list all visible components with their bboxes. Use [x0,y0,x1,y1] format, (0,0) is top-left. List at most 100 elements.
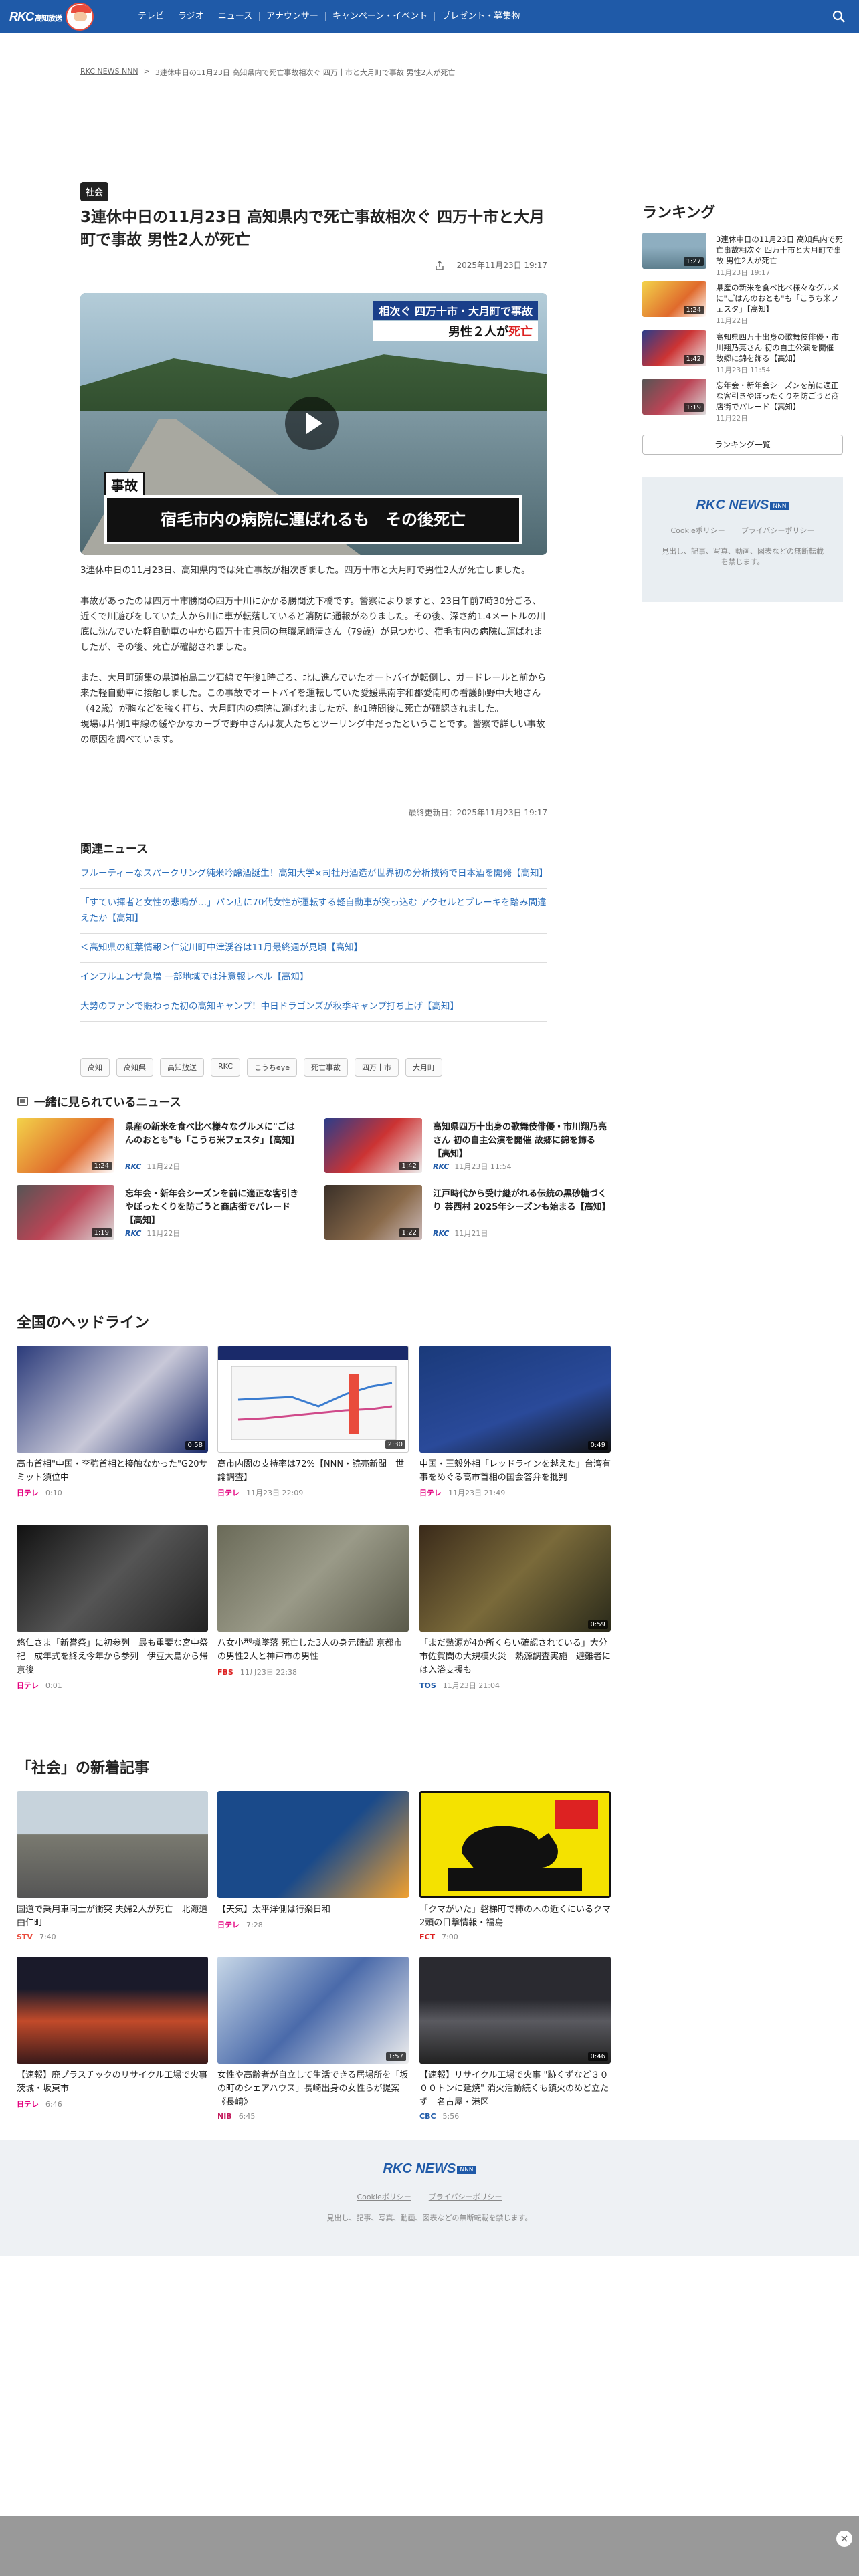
tag[interactable]: 高知放送 [160,1058,204,1077]
source-logo: 日テレ [17,2100,39,2109]
together-card[interactable]: 1:19 忘年会・新年会シーズンを前に適正な客引きやぼったくりを防ごうと商店街で… [17,1185,298,1245]
related-list: フルーティーなスパークリング純米吟醸酒誕生！高知大学×司牡丹酒造が世界初の分析技… [80,859,548,1022]
source-logo: RKC [125,1162,142,1171]
ranking-item[interactable]: 1:42 高知県四万十出身の歌舞伎俳優・市川翔乃亮さん 初の自主公演を開催 故郷… [642,330,843,377]
national-card[interactable]: 八女小型機墜落 死亡した3人の身元確認 京都市の男性2人と神戸市の男性 FBS 1… [217,1525,409,1677]
nav-campaign[interactable]: キャンペーン・イベント [324,12,434,21]
national-thumbnail [217,1525,409,1632]
nav-present[interactable]: プレゼント・募集物 [434,12,527,21]
national-thumbnail: 2:30 [217,1346,409,1453]
society-card[interactable]: 【天気】太平洋側は行楽日和 日テレ 7:28 [217,1791,409,1930]
copyright-notice: 見出し、記事、写真、動画、図表などの無断転載を禁じます。 [662,547,824,566]
national-card[interactable]: 0:59 「まだ熱源が4か所くらい確認されている」大分市佐賀関の大規模火災 熱源… [419,1525,611,1691]
video-tag: 事故 [104,472,145,497]
link-otsuki[interactable]: 大月町 [389,565,416,576]
society-thumbnail [419,1791,611,1898]
link-shimanto[interactable]: 四万十市 [344,565,380,576]
society-card[interactable]: 1:57 女性や高齢者が自立して生活できる居場所を「坂の町のシェアハウス」長崎出… [217,1957,409,2121]
ranking-item[interactable]: 1:27 3連休中日の11月23日 高知県内で死亡事故相次ぐ 四万十市と大月町で… [642,233,843,280]
society-card[interactable]: 0:46 【速報】リサイクル工場で火事 "跡くずなど３０００トンに延焼" 消火活… [419,1957,611,2121]
related-link[interactable]: フルーティーなスパークリング純米吟醸酒誕生！高知大学×司牡丹酒造が世界初の分析技… [80,859,548,888]
ranking-heading: ランキング [642,205,716,221]
nav-news[interactable]: ニュース [210,12,259,21]
together-card[interactable]: 1:22 江戸時代から受け継がれる伝統の黒砂糖づくり 芸西村 2025年シーズン… [324,1185,612,1245]
search-icon[interactable] [831,9,847,25]
poll-chart-image [218,1346,408,1440]
ranking-title: 忘年会・新年会シーズンを前に適正な客引きやぼったくりを防ごうと商店街でパレード【… [716,381,839,411]
ranking-item[interactable]: 1:24 県産の新米を食べ比べ様々なグルメに"ごはんのおとも"も「こうち米フェス… [642,281,843,328]
article-video[interactable]: 相次ぐ 四万十市・大月町で事故 男性２人が死亡 事故 宿毛市内の病院に運ばれるも… [80,293,547,555]
source-logo: RKC [433,1228,450,1238]
together-card[interactable]: 1:24 県産の新米を食べ比べ様々なグルメに"ごはんのおとも"も「こうち米フェス… [17,1118,299,1178]
together-title: 県産の新米を食べ比べ様々なグルメに"ごはんのおとも"も「こうち米フェスタ」【高知… [125,1122,300,1146]
cookie-policy-link[interactable]: Cookieポリシー [357,2191,411,2202]
category-badge[interactable]: 社会 [80,182,109,201]
national-card[interactable]: 2:30 高市内閣の支持率は72%【NNN・読売新聞 世論調査】 日テレ 11月2… [217,1346,409,1498]
tag[interactable]: こうちeye [246,1058,297,1077]
tag[interactable]: 高知 [80,1058,110,1077]
footer-brand-logo[interactable]: RKC NEWS NNN [0,2161,859,2177]
close-icon[interactable]: × [836,2531,852,2547]
source-logo: 日テレ [17,1489,39,1497]
link-fatal-accident[interactable]: 死亡事故 [235,565,272,576]
logo-text: RKC 高知放送 [9,9,62,23]
related-link[interactable]: 「すてい揮者と女性の悲鳴が…」パン店に70代女性が運転する軽自動車が突っ込む ア… [80,888,547,933]
breadcrumb-home[interactable]: RKC NEWS NNN [80,67,138,78]
share-icon[interactable] [434,260,445,271]
source-logo: FBS [217,1667,233,1677]
related-heading: 関連ニュース [80,843,149,856]
related-link[interactable]: 大勢のファンで賑わった初の高知キャンプ！中日ドラゴンズが秋季キャンプ打ち上げ【高… [80,992,547,1022]
ranking-date: 11月23日 11:54 [716,366,771,374]
nav-radio[interactable]: ラジオ [171,12,211,21]
source-logo: FCT [419,1933,436,1941]
society-thumbnail: 1:57 [217,1957,409,2064]
video-top-caption: 相次ぐ 四万十市・大月町で事故 男性２人が死亡 [373,301,538,341]
national-title: 高市内閣の支持率は72%【NNN・読売新聞 世論調査】 [217,1459,405,1483]
national-card[interactable]: 0:58 高市首相"中国・李強首相と接触なかった"G20サミット須位中 日テレ 0… [17,1346,208,1498]
ranking-more-button[interactable]: ランキング一覧 [642,435,843,455]
related-link[interactable]: インフルエンザ急増 一部地域では注意報レベル【高知】 [80,962,547,992]
article-paragraph: 事故があったのは四万十市勝間の四万十川にかかる勝間沈下橋です。警察によりますと、… [80,596,546,653]
tag[interactable]: 大月町 [405,1058,442,1077]
play-icon[interactable] [285,397,339,450]
privacy-policy-link[interactable]: プライバシーポリシー [429,2191,502,2202]
national-time: 11月23日 21:04 [442,1681,500,1690]
society-card[interactable]: 【速報】廃プラスチックのリサイクル工場で火事 茨城・坂東市 日テレ 6:46 [17,1957,217,2109]
together-card[interactable]: 1:42 高知県四万十出身の歌舞伎俳優・市川翔乃亮さん 初の自主公演を開催 故郷… [324,1118,612,1178]
nav-tv[interactable]: テレビ [131,12,171,21]
national-title: 悠仁さま「新嘗祭」に初参列 最も重要な宮中祭祀 成年式を終え今年から参列 伊豆大… [17,1638,209,1675]
article-paragraph: 3連休中日の11月23日、高知県内では死亡事故が相次ぎました。四万十市と大月町で… [80,565,531,576]
nav-announcer[interactable]: アナウンサー [259,12,325,21]
ranking-thumbnail: 1:27 [642,233,706,269]
together-title: 江戸時代から受け継がれる伝統の黒砂糖づくり 芸西村 2025年シーズンも始まる【… [433,1189,611,1212]
tag[interactable]: 死亡事故 [303,1058,348,1077]
society-title: 【速報】廃プラスチックのリサイクル工場で火事 茨城・坂東市 [17,2070,217,2094]
society-thumbnail [217,1791,409,1898]
source-logo: RKC [125,1228,142,1238]
society-thumbnail [17,1957,208,2064]
society-time: 7:00 [442,1933,458,1941]
article-dateline: 2025年11月23日 19:17 [401,259,547,271]
related-link[interactable]: ＜高知県の紅葉情報＞仁淀川町中津渓谷は11月最終週が見頃【高知】 [80,933,547,962]
site-logo[interactable]: RKC 高知放送 [9,3,94,31]
copyright-notice: 見出し、記事、写真、動画、図表などの無断転載を禁じます。 [326,2214,533,2222]
society-card[interactable]: 国道で乗用車同士が衝突 夫婦2人が死亡 北海道由仁町 STV 7:40 [17,1791,208,1941]
society-card[interactable]: 「クマがいた」磐梯町で柿の木の近くにいるクマ2頭の目撃情報・福島 FCT 7:00 [419,1791,611,1941]
society-title: 国道で乗用車同士が衝突 夫婦2人が死亡 北海道由仁町 [17,1905,208,1928]
tag[interactable]: 高知県 [116,1058,153,1077]
together-date: 11月23日 11:54 [454,1162,512,1171]
sidebar-brand-logo[interactable]: RKC NEWS NNN [642,498,843,513]
national-card[interactable]: 悠仁さま「新嘗祭」に初参列 最も重要な宮中祭祀 成年式を終え今年から参列 伊豆大… [17,1525,208,1691]
together-thumbnail: 1:42 [324,1118,422,1173]
national-card[interactable]: 0:49 中国・王毅外相「レッドラインを越えた」台湾有事をめぐる高市首相の国会答… [419,1346,611,1498]
cookie-policy-link[interactable]: Cookieポリシー [670,525,725,536]
link-kochi[interactable]: 高知県 [181,565,209,576]
main-nav: テレビ ラジオ ニュース アナウンサー キャンペーン・イベント プレゼント・募集… [131,0,527,33]
tag[interactable]: RKC [211,1058,240,1077]
privacy-policy-link[interactable]: プライバシーポリシー [741,525,815,536]
video-caption-summary: 男性２人が死亡 [373,321,538,341]
ranking-item[interactable]: 1:19 忘年会・新年会シーズンを前に適正な客引きやぼったくりを防ごうと商店街で… [642,379,843,425]
national-time: 11月23日 22:38 [240,1668,298,1677]
tag[interactable]: 四万十市 [354,1058,399,1077]
society-title: 女性や高齢者が自立して生活できる居場所を「坂の町のシェアハウス」長崎出身の女性ら… [217,2070,409,2107]
